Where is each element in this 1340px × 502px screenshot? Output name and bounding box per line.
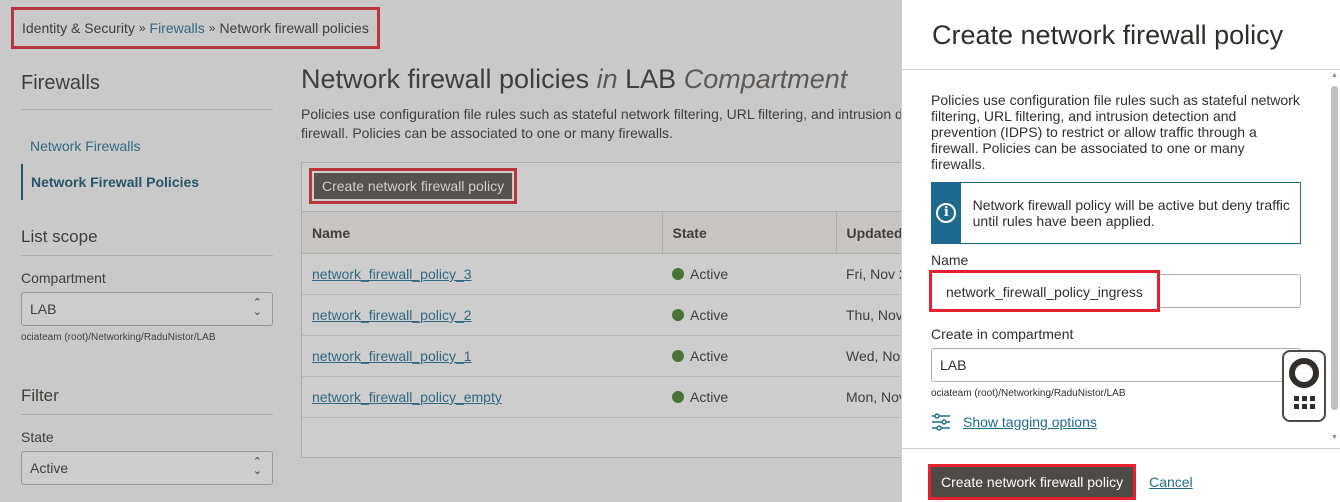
grid-icon[interactable] <box>1294 396 1316 409</box>
table-row: network_firewall_policy_2 Active Thu, No… <box>302 294 901 336</box>
page-description-line-2: firewall. Policies can be associated to … <box>301 125 673 141</box>
page-description-line-1: Policies use configuration file rules su… <box>301 106 901 122</box>
policy-state: Active <box>690 266 729 282</box>
scrollbar-thumb[interactable] <box>1331 86 1338 410</box>
drawer-body: Policies use configuration file rules su… <box>929 92 1301 431</box>
info-banner: i Network firewall policy will be active… <box>931 182 1301 244</box>
breadcrumb-firewalls[interactable]: Firewalls <box>150 20 205 36</box>
compartment-select[interactable]: LAB ⌃ ⌄ <box>21 292 273 326</box>
help-lifebuoy-icon[interactable] <box>1289 358 1319 388</box>
info-banner-text: Network firewall policy will be active b… <box>972 197 1290 229</box>
filter-title: Filter <box>21 377 273 415</box>
compartment-select-value: LAB <box>30 301 57 317</box>
breadcrumb-identity[interactable]: Identity & Security <box>22 20 135 36</box>
chevron-updown-icon: ⌃⌄ <box>252 456 262 477</box>
column-header-state[interactable]: State <box>661 211 836 254</box>
sidebar-title: Firewalls <box>21 68 273 110</box>
create-in-compartment-value: LAB <box>940 357 967 373</box>
sidebar-item-network-firewalls[interactable]: Network Firewalls <box>21 128 273 164</box>
info-icon: i <box>936 203 957 223</box>
compartment-label: Compartment <box>21 270 106 286</box>
policy-state: Active <box>690 307 729 323</box>
sidebar: Firewalls Network Firewalls Network Fire… <box>21 68 273 485</box>
policies-table-panel: Create network firewall policy Name Stat… <box>301 162 901 458</box>
background-page: Identity & Security » Firewalls » Networ… <box>0 0 901 502</box>
page-title: Network firewall policies in LAB Compart… <box>301 64 901 95</box>
policies-table: Name State Updated network_firewall_poli… <box>302 211 901 418</box>
table-row: network_firewall_policy_empty Active Mon… <box>302 376 901 418</box>
state-label: State <box>21 429 54 445</box>
sliders-icon <box>932 413 950 431</box>
main-content: Network firewall policies in LAB Compart… <box>301 64 901 458</box>
policy-link[interactable]: network_firewall_policy_3 <box>312 266 472 282</box>
column-header-name[interactable]: Name <box>302 211 662 254</box>
status-dot-icon <box>672 391 684 403</box>
scroll-down-icon[interactable]: ▼ <box>1331 434 1338 441</box>
policy-link[interactable]: network_firewall_policy_1 <box>312 348 472 364</box>
status-dot-icon <box>672 309 684 321</box>
page-title-compartment: LAB <box>625 64 677 94</box>
page-title-suffix: Compartment <box>683 64 848 94</box>
policy-link[interactable]: network_firewall_policy_empty <box>312 389 502 405</box>
compartment-path: ociateam (root)/Networking/RaduNistor/LA… <box>21 332 216 343</box>
breadcrumb-current: Network firewall policies <box>219 20 369 36</box>
drawer-title: Create network firewall policy <box>902 0 1340 70</box>
sidebar-nav: Network Firewalls Network Firewall Polic… <box>21 128 273 200</box>
create-policy-button[interactable]: Create network firewall policy <box>308 168 518 204</box>
info-banner-bar: i <box>932 183 961 243</box>
page-description: Policies use configuration file rules su… <box>301 105 901 143</box>
name-field[interactable]: network_firewall_policy_ingress <box>929 270 1301 312</box>
list-scope-title: List scope <box>21 218 273 256</box>
policy-state: Active <box>690 348 729 364</box>
drawer-footer: Create network firewall policy Cancel <box>902 448 1340 502</box>
name-label: Name <box>931 252 969 268</box>
status-dot-icon <box>672 350 684 362</box>
policy-updated: Wed, No <box>836 335 901 377</box>
policy-updated: Thu, Nov <box>836 294 901 336</box>
create-policy-drawer: Create network firewall policy Policies … <box>901 0 1340 502</box>
breadcrumb: Identity & Security » Firewalls » Networ… <box>11 7 380 49</box>
chevron-updown-icon: ⌃⌄ <box>252 297 262 318</box>
sidebar-item-network-firewall-policies[interactable]: Network Firewall Policies <box>21 164 273 200</box>
page-title-in: in <box>596 64 618 94</box>
create-in-compartment-path: ociateam (root)/Networking/RaduNistor/LA… <box>931 388 1126 399</box>
column-header-updated[interactable]: Updated <box>835 211 901 254</box>
show-tagging-options-link[interactable]: Show tagging options <box>963 414 1097 430</box>
help-widget[interactable] <box>1282 350 1326 422</box>
policy-state: Active <box>690 389 729 405</box>
status-dot-icon <box>672 268 684 280</box>
breadcrumb-separator: » <box>208 21 216 35</box>
table-toolbar: Create network firewall policy <box>302 163 901 211</box>
page-title-prefix: Network firewall policies <box>301 64 590 94</box>
state-select-value: Active <box>30 460 69 476</box>
table-row: network_firewall_policy_1 Active Wed, No <box>302 335 901 377</box>
create-in-compartment-label: Create in compartment <box>931 326 1074 342</box>
create-in-compartment-select[interactable]: LAB ⌃⌄ <box>931 348 1301 382</box>
tagging-options: Show tagging options <box>931 413 1301 431</box>
submit-create-policy-button[interactable]: Create network firewall policy <box>927 463 1137 500</box>
state-select[interactable]: Active ⌃ ⌄ <box>21 451 273 485</box>
drawer-scrollbar[interactable]: ▲ ▼ <box>1329 70 1339 448</box>
table-row: network_firewall_policy_3 Active Fri, No… <box>302 253 901 295</box>
name-field-value[interactable]: network_firewall_policy_ingress <box>929 270 1160 312</box>
breadcrumb-separator: » <box>138 21 146 35</box>
cancel-link[interactable]: Cancel <box>1149 474 1193 490</box>
scroll-up-icon[interactable]: ▲ <box>1331 72 1338 79</box>
table-header-row: Name State Updated <box>302 211 901 254</box>
policy-updated: Fri, Nov 2 <box>836 253 901 295</box>
policy-link[interactable]: network_firewall_policy_2 <box>312 307 472 323</box>
drawer-intro: Policies use configuration file rules su… <box>931 92 1300 172</box>
policy-updated: Mon, Nov <box>836 376 901 418</box>
